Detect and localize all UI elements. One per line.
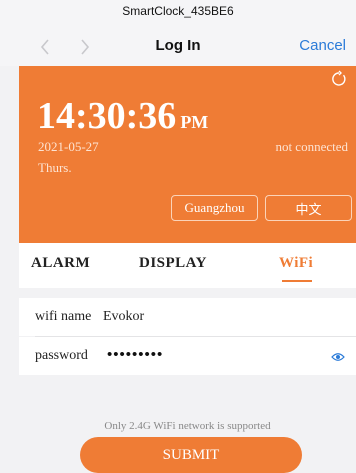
password-input[interactable]: ••••••••• (107, 346, 163, 363)
refresh-icon[interactable] (330, 70, 348, 88)
wifi-name-input[interactable]: Evokor (103, 309, 144, 325)
device-name: SmartClock_435BE6 (122, 4, 234, 18)
clock-time: 14:30:36 PM (37, 94, 208, 138)
wifi-name-label: wifi name (35, 309, 92, 324)
wifi-name-field[interactable]: wifi name Evokor (19, 298, 356, 336)
top-navigation-bar: SmartClock_435BE6 Log In Cancel (0, 0, 356, 66)
clock-time-value: 14:30:36 (37, 95, 177, 137)
cancel-button[interactable]: Cancel (299, 37, 346, 54)
connection-status: not connected (275, 139, 348, 154)
submit-button[interactable]: SUBMIT (80, 437, 302, 473)
city-button[interactable]: Guangzhou (171, 195, 258, 221)
eye-icon[interactable] (331, 350, 345, 362)
clock-status-panel: 14:30:36 PM 2021-05-27 Thurs. not connect… (19, 66, 356, 243)
clock-weekday: Thurs. (38, 160, 72, 175)
settings-tabs: ALARM DISPLAY WiFi (19, 243, 356, 288)
clock-date: 2021-05-27 (38, 139, 99, 154)
password-label: password (35, 348, 88, 363)
tab-display[interactable]: DISPLAY (139, 255, 207, 272)
tab-wifi[interactable]: WiFi (279, 255, 313, 272)
clock-ampm: PM (180, 112, 209, 132)
active-tab-indicator (282, 280, 312, 282)
wifi-notice: Only 2.4G WiFi network is supported (104, 420, 271, 432)
password-field[interactable]: password ••••••••• (19, 337, 356, 375)
language-button[interactable]: 中文 (265, 195, 352, 221)
tab-alarm[interactable]: ALARM (31, 255, 90, 272)
